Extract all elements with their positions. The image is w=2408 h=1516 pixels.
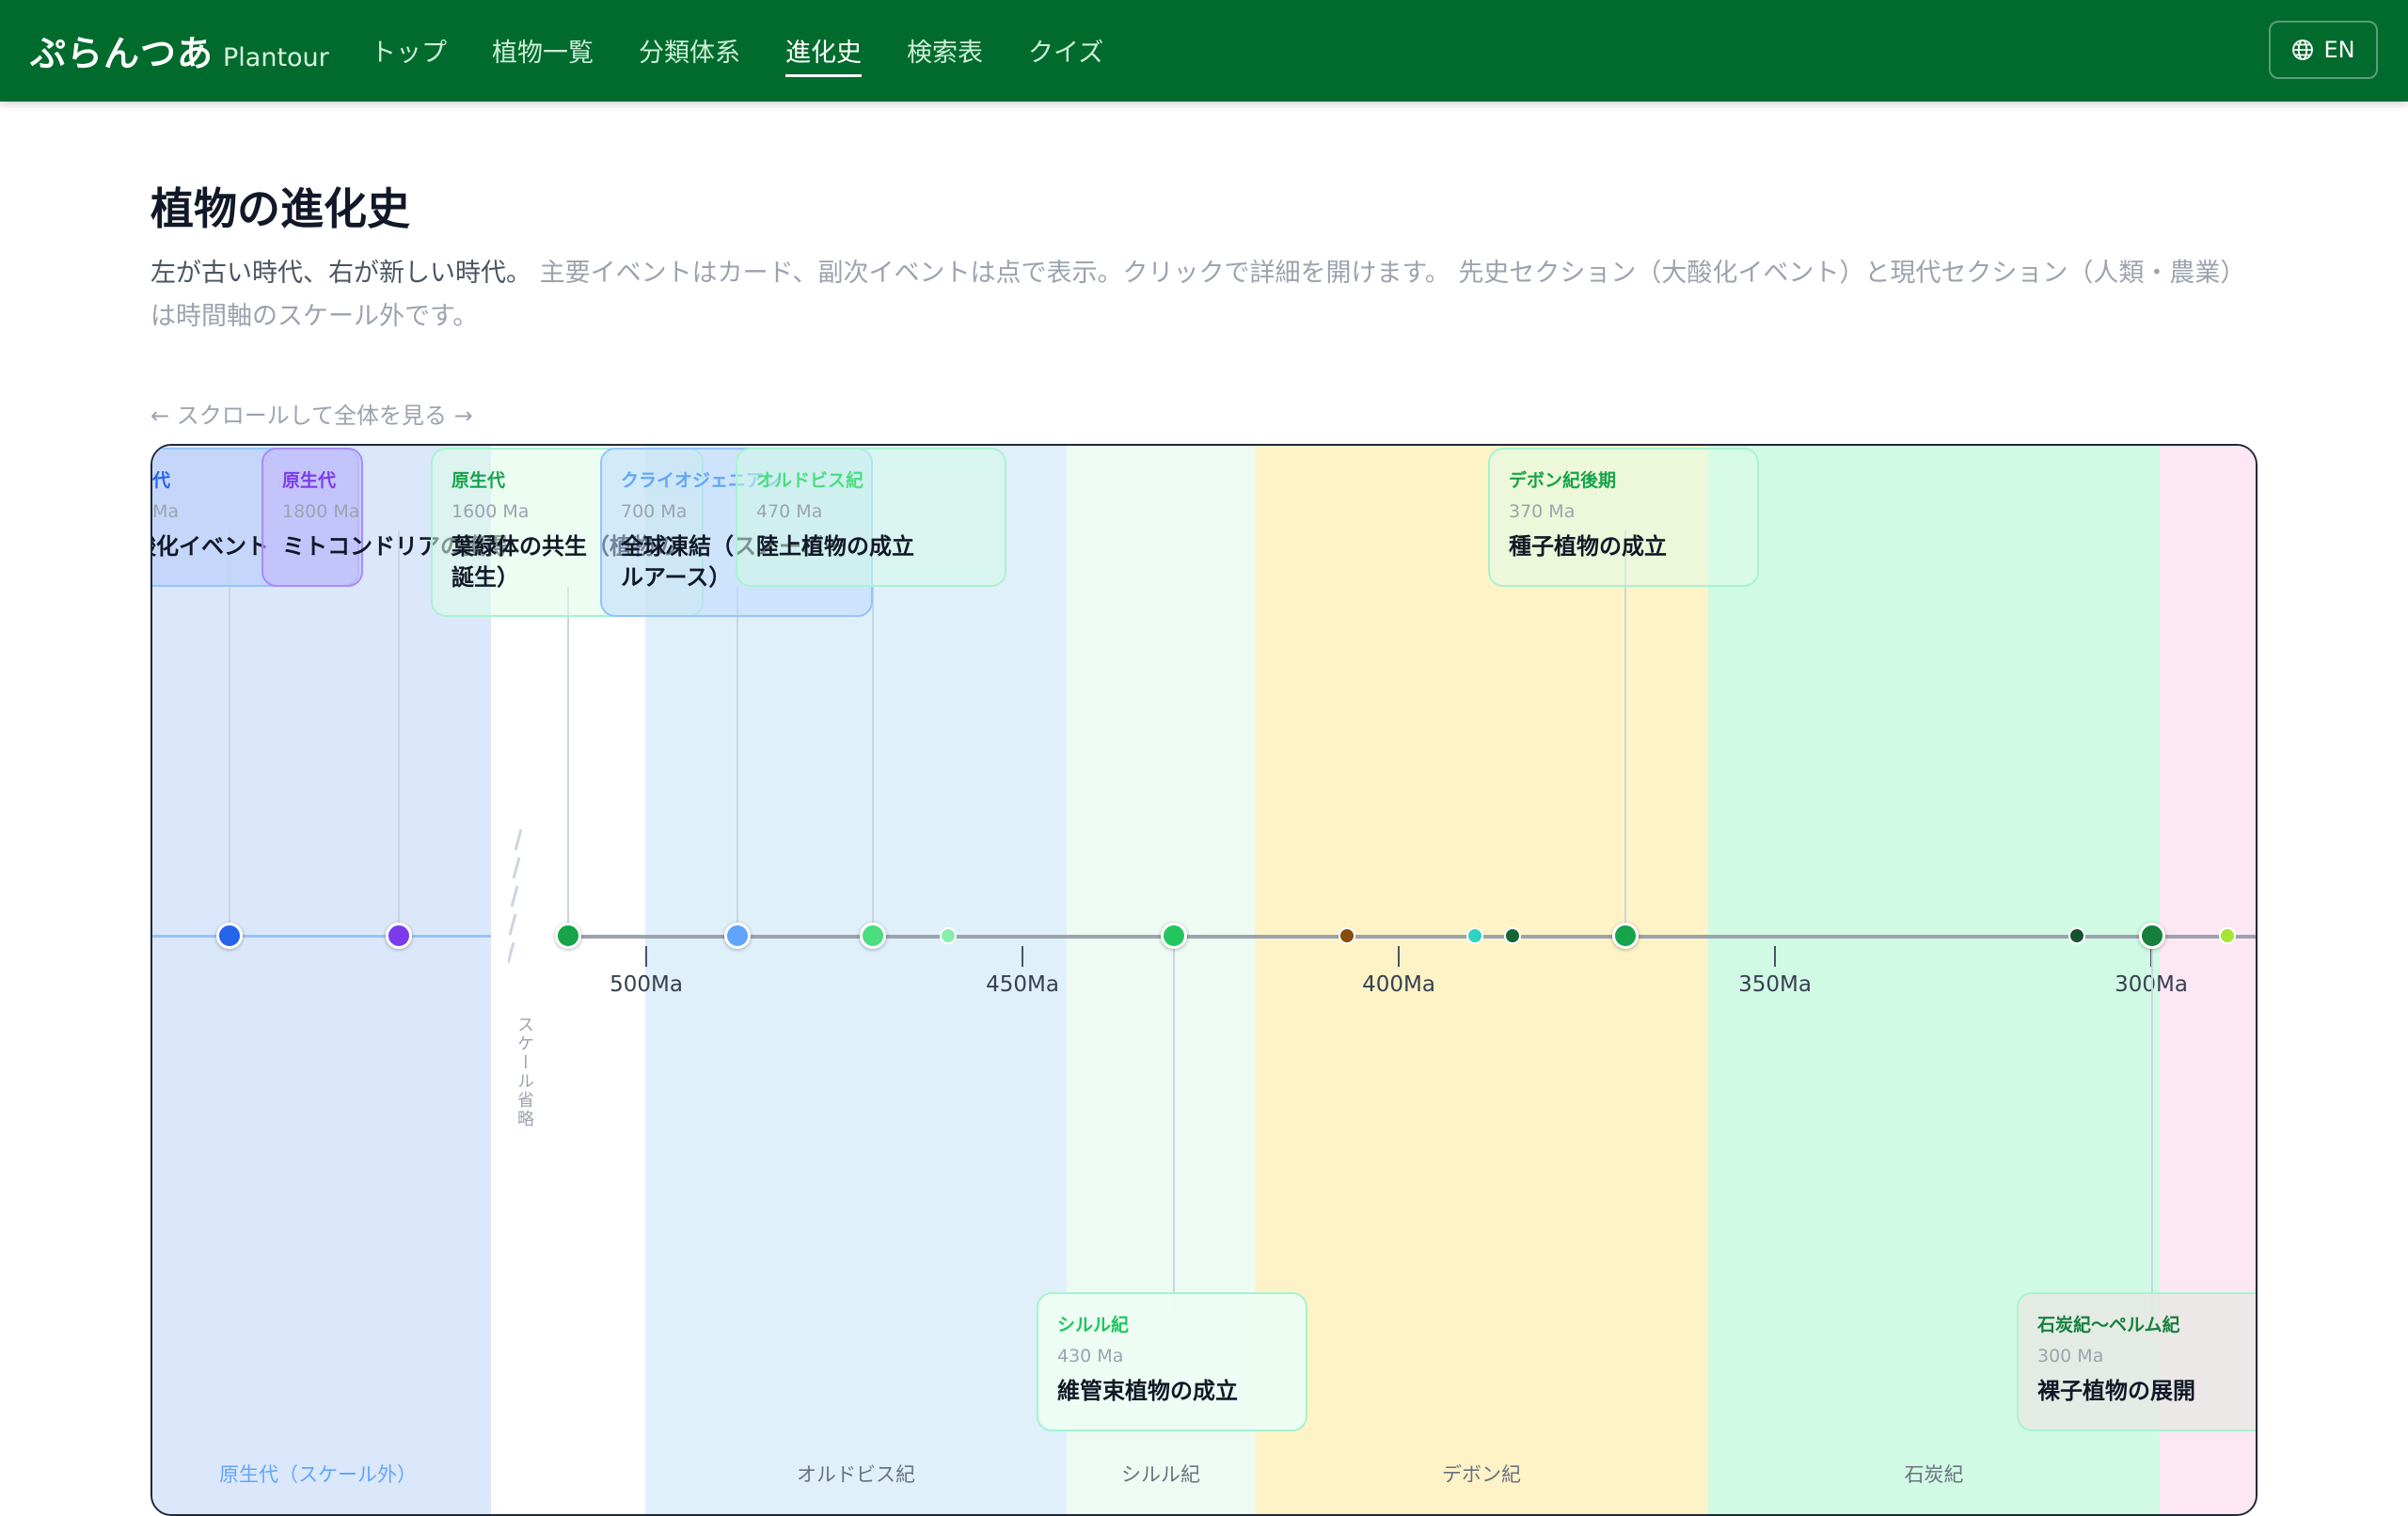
brand-logo[interactable]: ぷらんつあ Plantour [30,24,329,76]
axis-line-main [566,935,2256,939]
axis-tick [1022,946,1023,967]
card-ma: 300 Ma [2037,1346,2104,1366]
event-dot-vascular-plants[interactable] [1161,923,1187,949]
band-label-ordovician: オルドビス紀 [797,1463,915,1486]
card-era: 石炭紀〜ペルム紀 [2037,1315,2180,1335]
card-title: 裸子植物の展開 [2037,1378,2195,1404]
card-title: 陸上植物の成立 [756,533,914,560]
main-nav: トップ 植物一覧 分類体系 進化史 検索表 クイズ [371,32,1103,77]
globe-icon [2292,39,2314,60]
band-label-silurian: シルル紀 [1121,1463,1200,1486]
language-toggle-button[interactable]: EN [2269,21,2378,79]
event-dot-land-plants[interactable] [860,923,886,949]
card-title: 種子植物の成立 [1509,533,1667,560]
event-card-land-plants[interactable]: オルドビス紀 470 Ma 陸上植物の成立 [736,448,1006,587]
card-era: オルドビス紀 [756,470,864,491]
intro-main: 左が古い時代、右が新しい時代。 [150,259,531,288]
minor-event-dot[interactable] [1339,927,1355,944]
top-navbar: ぷらんつあ Plantour トップ 植物一覧 分類体系 進化史 検索表 クイズ… [0,0,2408,102]
axis-label-400: 400Ma [1362,972,1435,997]
axis-tick [1398,946,1400,967]
event-stem [1173,937,1175,1313]
event-stem [567,587,569,937]
nav-plant-list[interactable]: 植物一覧 [492,32,594,77]
axis-tick [1774,946,1776,967]
event-dot-snowball-earth[interactable] [724,923,751,949]
card-era: デボン紀後期 [1509,470,1617,491]
brand-name-jp: ぷらんつあ [30,33,214,74]
nav-evolution[interactable]: 進化史 [785,32,862,77]
band-label-proterozoic: 原生代（スケール外） [219,1463,417,1486]
axis-label-500: 500Ma [610,972,683,997]
nav-top[interactable]: トップ [371,32,447,77]
band-label-carboniferous: 石炭紀 [1904,1463,1964,1486]
minor-event-dot[interactable] [1466,927,1483,944]
evolution-timeline[interactable]: 原生代（スケール外） オルドビス紀 シルル紀 デボン紀 石炭紀 スケール省略 5… [150,444,2258,1516]
event-card-vascular-plants[interactable]: シルル紀 430 Ma 維管束植物の成立 [1037,1292,1307,1431]
card-ma: 370 Ma [1509,501,1576,522]
event-stem [872,587,874,937]
event-stem [398,530,400,937]
scale-break-label: スケール省略 [515,1016,534,1129]
event-dot-gymnosperms[interactable] [2139,923,2165,949]
minor-event-dot[interactable] [1504,927,1521,944]
nav-taxonomy[interactable]: 分類体系 [639,32,740,77]
card-title: ミトコンドリアの獲得 [282,531,508,562]
axis-tick [645,946,647,967]
axis-label-350: 350Ma [1738,972,1812,997]
event-stem [229,530,230,937]
scale-break-icon [508,829,523,964]
scroll-hint: ← スクロールして全体を見る → [150,403,473,429]
event-card-gymnosperms[interactable]: 石炭紀〜ペルム紀 300 Ma 裸子植物の展開 [2017,1292,2256,1431]
event-stem [2151,937,2153,1313]
event-dot-seed-plants[interactable] [1612,923,1639,949]
event-card-seed-plants[interactable]: デボン紀後期 370 Ma 種子植物の成立 [1488,448,1759,587]
event-card-mitochondria[interactable]: 原生代 1800 Ma ミトコンドリアの獲得 [261,448,508,587]
card-ma: 470 Ma [756,501,823,522]
event-dot-great-oxidation[interactable] [216,923,243,949]
minor-event-dot[interactable] [2219,927,2236,944]
nav-quiz[interactable]: クイズ [1028,32,1103,77]
page-title: 植物の進化史 [150,183,410,234]
event-stem [1624,530,1626,937]
axis-label-450: 450Ma [986,972,1059,997]
event-stem [737,587,738,937]
page-description: 左が古い時代、右が新しい時代。 主要イベントはカード、副次イベントは点で表示。ク… [150,252,2258,339]
band-devonian: デボン紀 [1255,446,1708,1514]
card-era: 原生代 [282,470,337,491]
language-label: EN [2323,37,2355,63]
minor-event-dot[interactable] [940,927,957,944]
axis-line-offscale [152,935,491,938]
card-title: 維管束植物の成立 [1057,1378,1238,1404]
minor-event-dot[interactable] [2068,927,2085,944]
card-ma: 1800 Ma [282,501,360,522]
event-dot-mitochondria[interactable] [386,923,412,949]
brand-name-en: Plantour [223,43,329,72]
event-dot-chloroplast[interactable] [555,923,581,949]
band-label-devonian: デボン紀 [1442,1463,1521,1486]
card-era: シルル紀 [1057,1315,1130,1335]
card-ma: 430 Ma [1057,1346,1124,1366]
nav-key[interactable]: 検索表 [907,32,983,77]
